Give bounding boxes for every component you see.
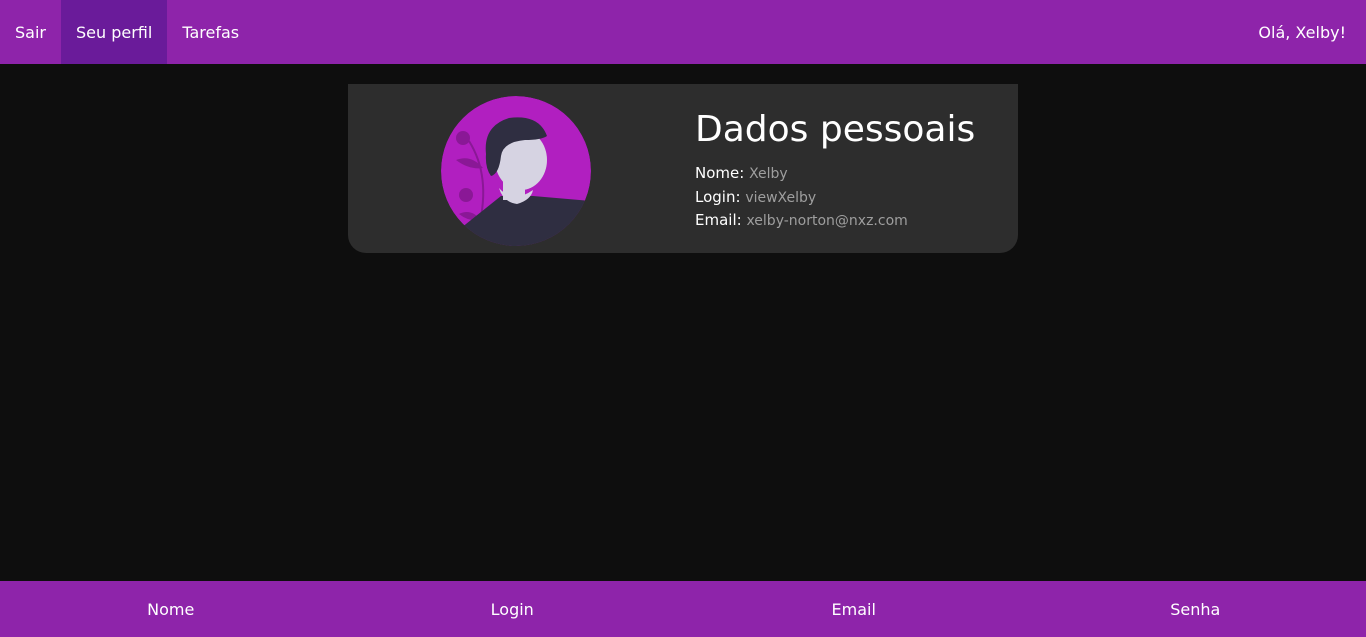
profile-field-email: Email: xelby-norton@nxz.com	[695, 209, 975, 233]
field-label: Nome:	[695, 164, 745, 182]
field-value: Xelby	[749, 166, 788, 182]
bottom-item-senha[interactable]: Senha	[1025, 581, 1366, 637]
nav-menu: Sair Seu perfil Tarefas	[0, 0, 254, 64]
bottom-item-nome[interactable]: Nome	[0, 581, 342, 637]
profile-card: Dados pessoais Nome: Xelby Login: viewXe…	[348, 84, 1018, 253]
profile-title: Dados pessoais	[695, 109, 976, 150]
bottom-item-login[interactable]: Login	[342, 581, 684, 637]
user-greeting: Olá, Xelby!	[1258, 22, 1346, 42]
nav-item-seu-perfil[interactable]: Seu perfil	[60, 0, 168, 64]
top-navbar: Sair Seu perfil Tarefas Olá, Xelby!	[0, 0, 1366, 64]
profile-field-login: Login: viewXelby	[695, 186, 975, 210]
nav-item-sair[interactable]: Sair	[0, 0, 61, 64]
profile-info: Dados pessoais Nome: Xelby Login: viewXe…	[695, 110, 975, 233]
field-value: viewXelby	[745, 189, 817, 206]
field-value: xelby-norton@nxz.com	[746, 213, 908, 229]
field-label: Login:	[695, 187, 741, 206]
avatar	[441, 96, 591, 246]
profile-field-nome: Nome: Xelby	[695, 162, 975, 186]
bottom-bar: Nome Login Email Senha	[0, 581, 1366, 637]
bottom-item-email[interactable]: Email	[683, 581, 1025, 637]
field-label: Email:	[695, 211, 742, 229]
nav-item-tarefas[interactable]: Tarefas	[167, 0, 254, 64]
